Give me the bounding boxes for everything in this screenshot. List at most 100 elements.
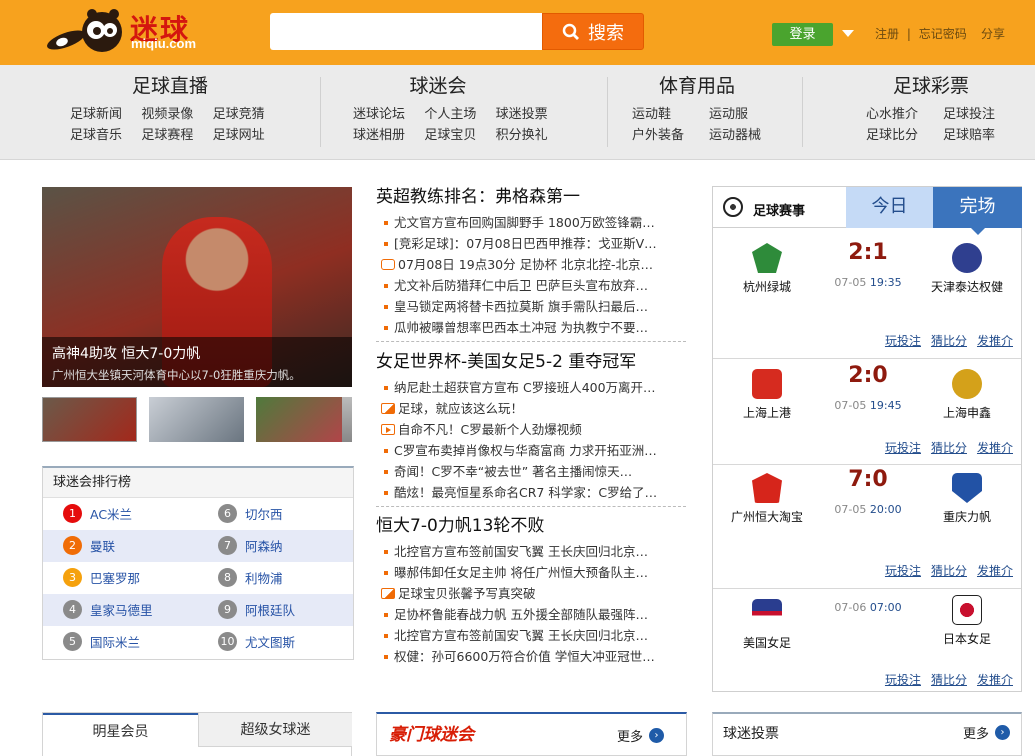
news-item[interactable]: 自命不凡！C罗最新个人劲爆视频 xyxy=(376,419,688,440)
news-item-text[interactable]: 纳尼赴土超获官方宣布 C罗接班人400万离开… xyxy=(394,377,656,398)
recommend-link[interactable]: 发推介 xyxy=(977,671,1013,688)
ranking-item[interactable]: 1 AC米兰 xyxy=(63,504,132,523)
news-item[interactable]: 酷炫！最亮恒星系命名CR7 科学家：C罗给了… xyxy=(376,482,688,503)
team-name[interactable]: 尤文图斯 xyxy=(245,632,295,651)
news-item[interactable]: 瓜帅被曝曾想率巴西本土冲冠 为执教宁不要… xyxy=(376,317,688,338)
nav-link[interactable]: 足球比分 xyxy=(866,124,929,143)
share-link[interactable]: 分享 xyxy=(981,25,1005,42)
news-item-text[interactable]: 足球宝贝张馨予写真突破 xyxy=(398,583,536,604)
more-label[interactable]: 更多 xyxy=(963,723,989,742)
news-item-text[interactable]: 曝郝伟卸任女足主帅 将任广州恒大预备队主… xyxy=(394,562,648,583)
home-team[interactable]: 美国女足 xyxy=(727,599,807,652)
login-button[interactable]: 登录 xyxy=(772,23,833,46)
nav-link[interactable]: 足球宝贝 xyxy=(424,124,481,143)
news-item[interactable]: 尤文官方宣布回购国脚野手 1800万欧签锋霸… xyxy=(376,212,688,233)
news-item[interactable]: 尤文补后防猎拜仁中后卫 巴萨巨头宣布放弃… xyxy=(376,275,688,296)
news-item-text[interactable]: C罗宣布卖掉肖像权与华裔富商 力求开拓亚洲… xyxy=(394,440,657,461)
arrow-right-icon[interactable]: › xyxy=(995,725,1011,740)
nav-link[interactable]: 足球赔率 xyxy=(943,124,1006,143)
forgot-password-link[interactable]: 忘记密码 xyxy=(919,27,967,41)
news-item[interactable]: 足球，就应该这么玩！ xyxy=(376,398,688,419)
nav-link[interactable]: 足球竞猜 xyxy=(213,103,270,122)
recommend-link[interactable]: 发推介 xyxy=(977,439,1013,456)
nav-link[interactable]: 足球网址 xyxy=(213,124,270,143)
nav-link[interactable]: 迷球论坛 xyxy=(353,103,410,122)
news-item[interactable]: 北控官方宣布签前国安飞翼 王长庆回归北京… xyxy=(376,625,688,646)
team-name[interactable]: 利物浦 xyxy=(245,568,283,587)
hero-slide[interactable]: 高神4助攻 恒大7-0力帆 广州恒大坐镇天河体育中心以7-0狂胜重庆力帆。 xyxy=(42,187,352,387)
guess-score-link[interactable]: 猜比分 xyxy=(931,562,967,579)
away-team[interactable]: 重庆力帆 xyxy=(927,473,1007,526)
team-name[interactable]: 美国女足 xyxy=(743,636,791,650)
news-item[interactable]: 北控官方宣布签前国安飞翼 王长庆回归北京… xyxy=(376,541,688,562)
nav-title[interactable]: 足球彩票 xyxy=(856,71,1006,101)
nav-link[interactable]: 运动服 xyxy=(709,103,772,122)
nav-title[interactable]: 足球直播 xyxy=(70,71,270,101)
thumbnail-2[interactable] xyxy=(149,397,244,442)
news-item-text[interactable]: [竞彩足球]：07月08日巴西甲推荐：戈亚斯V… xyxy=(394,233,657,254)
ranking-item[interactable]: 8 利物浦 xyxy=(218,568,283,587)
team-name[interactable]: AC米兰 xyxy=(90,504,132,523)
nav-link[interactable]: 积分换礼 xyxy=(496,124,553,143)
more-link[interactable]: 更多 › xyxy=(963,723,1011,742)
nav-link[interactable]: 运动鞋 xyxy=(632,103,695,122)
team-name[interactable]: 曼联 xyxy=(90,536,115,555)
team-name[interactable]: 日本女足 xyxy=(943,632,991,646)
team-name[interactable]: 天津泰达权健 xyxy=(931,280,1003,294)
news-item[interactable]: C罗宣布卖掉肖像权与华裔富商 力求开拓亚洲… xyxy=(376,440,688,461)
team-name[interactable]: 国际米兰 xyxy=(90,632,140,651)
news-item-text[interactable]: 酷炫！最亮恒星系命名CR7 科学家：C罗给了… xyxy=(394,482,657,503)
guess-score-link[interactable]: 猜比分 xyxy=(931,439,967,456)
nav-link[interactable]: 球迷投票 xyxy=(496,103,553,122)
news-item[interactable]: 曝郝伟卸任女足主帅 将任广州恒大预备队主… xyxy=(376,562,688,583)
thumbnail-1[interactable] xyxy=(42,397,137,442)
hero-title[interactable]: 高神4助攻 恒大7-0力帆 xyxy=(52,343,342,363)
team-name[interactable]: 巴塞罗那 xyxy=(90,568,140,587)
news-item-text[interactable]: 尤文补后防猎拜仁中后卫 巴萨巨头宣布放弃… xyxy=(394,275,648,296)
ranking-item[interactable]: 3 巴塞罗那 xyxy=(63,568,140,587)
nav-link[interactable]: 户外装备 xyxy=(632,124,695,143)
register-link[interactable]: 注册 xyxy=(875,27,899,41)
news-item[interactable]: 权健：孙可6600万符合价值 学恒大冲亚冠世… xyxy=(376,646,688,667)
news-item[interactable]: 纳尼赴土超获官方宣布 C罗接班人400万离开… xyxy=(376,377,688,398)
ranking-item[interactable]: 10 尤文图斯 xyxy=(218,632,295,651)
news-item-text[interactable]: 皇马锁定两将替卡西拉莫斯 旗手需队扫最后… xyxy=(394,296,648,317)
home-team[interactable]: 上海上港 xyxy=(727,369,807,422)
recommend-link[interactable]: 发推介 xyxy=(977,332,1013,349)
chevron-down-icon[interactable] xyxy=(842,30,854,37)
bet-link[interactable]: 玩投注 xyxy=(885,332,921,349)
home-team[interactable]: 广州恒大淘宝 xyxy=(727,473,807,526)
away-team[interactable]: 天津泰达权健 xyxy=(927,243,1007,296)
away-team[interactable]: 上海申鑫 xyxy=(927,369,1007,422)
guess-score-link[interactable]: 猜比分 xyxy=(931,332,967,349)
recommend-link[interactable]: 发推介 xyxy=(977,562,1013,579)
home-team[interactable]: 杭州绿城 xyxy=(727,243,807,296)
news-item-text[interactable]: 07月08日 19点30分 足协杯 北京北控-北京… xyxy=(398,254,653,275)
news-item[interactable]: 奇闻！C罗不幸“被去世” 著名主播闹惊天… xyxy=(376,461,688,482)
bet-link[interactable]: 玩投注 xyxy=(885,671,921,688)
nav-title[interactable]: 球迷会 xyxy=(323,71,553,101)
ranking-item[interactable]: 6 切尔西 xyxy=(218,504,283,523)
nav-link[interactable]: 足球新闻 xyxy=(70,103,127,122)
ranking-item[interactable]: 5 国际米兰 xyxy=(63,632,140,651)
news-item-text[interactable]: 北控官方宣布签前国安飞翼 王长庆回归北京… xyxy=(394,541,648,562)
news-item[interactable]: 足球宝贝张馨予写真突破 xyxy=(376,583,688,604)
tab-today[interactable]: 今日 xyxy=(846,187,933,228)
news-item-text[interactable]: 尤文官方宣布回购国脚野手 1800万欧签锋霸… xyxy=(394,212,655,233)
news-item-text[interactable]: 自命不凡！C罗最新个人劲爆视频 xyxy=(398,419,582,440)
logo[interactable]: 迷球 miqiu.com xyxy=(44,6,224,58)
thumbnail-4[interactable] xyxy=(342,397,352,442)
news-item[interactable]: [竞彩足球]：07月08日巴西甲推荐：戈亚斯V… xyxy=(376,233,688,254)
ranking-item[interactable]: 9 阿根廷队 xyxy=(218,600,295,619)
search-button[interactable]: 搜索 xyxy=(542,13,644,50)
thumbnail-3[interactable] xyxy=(256,397,351,442)
nav-link[interactable]: 足球音乐 xyxy=(70,124,127,143)
ranking-item[interactable]: 2 曼联 xyxy=(63,536,115,555)
nav-link[interactable]: 足球赛程 xyxy=(141,124,198,143)
team-name[interactable]: 切尔西 xyxy=(245,504,283,523)
news-item[interactable]: 皇马锁定两将替卡西拉莫斯 旗手需队扫最后… xyxy=(376,296,688,317)
bet-link[interactable]: 玩投注 xyxy=(885,439,921,456)
news-item-text[interactable]: 奇闻！C罗不幸“被去世” 著名主播闹惊天… xyxy=(394,461,632,482)
news-item-text[interactable]: 北控官方宣布签前国安飞翼 王长庆回归北京… xyxy=(394,625,648,646)
arrow-right-icon[interactable]: › xyxy=(649,728,665,743)
